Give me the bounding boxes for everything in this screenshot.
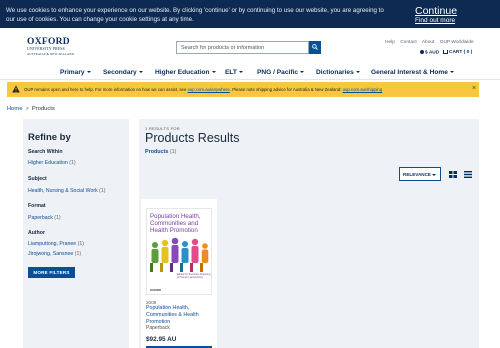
search-input[interactable]: Search for products or information xyxy=(176,41,309,54)
cookie-text: We use cookies to enhance your experienc… xyxy=(6,7,384,23)
chevron-down-icon xyxy=(238,71,243,74)
chevron-down-icon xyxy=(449,71,454,74)
refine-title: Refine by xyxy=(28,132,71,143)
results-sub-label: Products xyxy=(145,149,169,155)
currency-label: $ AUD xyxy=(425,50,440,56)
facet-count: (1) xyxy=(77,241,84,247)
results-panel: 1 RESULTS FOR Products Results Products … xyxy=(139,119,479,348)
nav-item-dictionaries[interactable]: Dictionaries xyxy=(316,69,360,76)
notice-anywhere-link[interactable]: oup.com.au/anywhere xyxy=(188,87,230,92)
nav-item-general-interest-home[interactable]: General Interest & Home xyxy=(371,69,454,76)
cover-publisher-logo: OXFORD xyxy=(150,289,162,292)
nav-label: Primary xyxy=(60,69,85,76)
main-nav: Primary Secondary Higher Education ELT P… xyxy=(0,66,500,80)
cart-icon xyxy=(443,50,448,54)
product-price: $92.95 AU xyxy=(146,336,177,343)
facet-label: Higher Education xyxy=(28,160,68,166)
contact-link[interactable]: Contact xyxy=(400,40,417,45)
cookie-banner: We use cookies to enhance your experienc… xyxy=(0,0,500,28)
notice-message-2: . Please note shipping advice for Austra… xyxy=(229,86,343,92)
globe-icon xyxy=(420,50,424,54)
product-format: Paperback xyxy=(146,325,170,331)
facet-count: (1) xyxy=(74,251,82,257)
chevron-down-icon xyxy=(432,174,436,176)
sort-select[interactable]: RELEVANCE xyxy=(399,167,441,181)
facet-count: (1) xyxy=(54,215,61,221)
nav-item-secondary[interactable]: Secondary xyxy=(103,69,143,76)
cover-editors: Edited by Sansnee Jirojwong & Pranee Lia… xyxy=(177,273,211,279)
breadcrumb-separator: > xyxy=(25,106,29,112)
people-illustration xyxy=(150,237,209,272)
oxford-logo[interactable]: OXFORD UNIVERSITY PRESS AUSTRALIA & NEW … xyxy=(27,37,75,62)
facet-item-higher-education[interactable]: Higher Education (1) xyxy=(28,160,76,166)
nav-label: ELT xyxy=(225,69,237,76)
close-icon[interactable]: × xyxy=(472,85,476,92)
chevron-down-icon xyxy=(211,71,216,74)
facet-label: Jirojwong, Sansnee xyxy=(28,251,74,257)
nav-label: PNG / Pacific xyxy=(257,69,299,76)
facet-item-paperback[interactable]: Paperback (1) xyxy=(28,215,61,221)
cookie-continue-link[interactable]: Continue xyxy=(415,5,457,17)
results-filter-products[interactable]: Products (1) xyxy=(145,149,176,155)
facet-label: Liamputtong, Pranee xyxy=(28,241,77,247)
search-button[interactable] xyxy=(309,41,321,54)
chevron-down-icon xyxy=(300,71,305,74)
top-links: Help Contact About OUP Worldwide xyxy=(385,40,478,45)
notice-text: OUP remains open and here to help. For m… xyxy=(24,87,382,92)
chevron-down-icon xyxy=(355,71,360,74)
site-header: OXFORD UNIVERSITY PRESS AUSTRALIA & NEW … xyxy=(0,28,500,66)
warning-icon xyxy=(12,85,20,93)
search-icon xyxy=(312,44,318,50)
product-card[interactable]: Population Health, Communities and Healt… xyxy=(141,199,217,348)
currency-selector[interactable]: $ AUD xyxy=(420,50,439,55)
breadcrumb-home[interactable]: Home xyxy=(7,106,22,112)
notice-shipping-link[interactable]: oup.com.au/shipping xyxy=(343,87,383,92)
cart-label: CART ( 0 ) xyxy=(449,50,473,56)
logo-main-text: OXFORD xyxy=(27,37,70,47)
facet-item-author-jirojwong[interactable]: Jirojwong, Sansnee (1) xyxy=(28,251,81,257)
about-link[interactable]: About xyxy=(422,40,435,45)
refine-panel: Refine by Search Within Higher Education… xyxy=(23,119,129,348)
results-sub-count: (1) xyxy=(169,149,177,155)
facet-count: (1) xyxy=(99,188,106,194)
nav-item-higher-education[interactable]: Higher Education xyxy=(155,69,216,76)
breadcrumb-current: Products xyxy=(31,106,55,112)
facet-count: (1) xyxy=(69,160,76,166)
facet-label: Paperback xyxy=(28,215,53,221)
nav-item-png-pacific[interactable]: PNG / Pacific xyxy=(257,69,305,76)
more-filters-button[interactable]: MORE FILTERS xyxy=(28,267,75,278)
facet-title-format: Format xyxy=(28,203,46,209)
cookie-find-out-more-link[interactable]: Find out more xyxy=(415,17,455,24)
nav-label: General Interest & Home xyxy=(371,69,448,76)
cart-link[interactable]: CART ( 0 ) xyxy=(443,50,472,55)
facet-title-subject: Subject xyxy=(28,176,47,182)
nav-item-elt[interactable]: ELT xyxy=(225,69,243,76)
facet-item-author-liamputtong[interactable]: Liamputtong, Pranee (1) xyxy=(28,241,84,247)
page-title: Products Results xyxy=(145,131,240,145)
list-view-icon[interactable] xyxy=(464,171,472,178)
oup-worldwide-link[interactable]: OUP Worldwide xyxy=(440,40,474,45)
notice-message: OUP remains open and here to help. For m… xyxy=(24,86,188,92)
product-title-link[interactable]: Population Health, Communities & Health … xyxy=(146,305,214,325)
logo-region-text: AUSTRALIA & NEW ZEALAND xyxy=(27,51,74,56)
facet-item-health-nursing[interactable]: Health, Nursing & Social Work (1) xyxy=(28,188,105,194)
book-cover-image[interactable]: Population Health, Communities and Healt… xyxy=(146,208,212,295)
facet-title-author: Author xyxy=(28,230,45,236)
nav-label: Secondary xyxy=(103,69,137,76)
help-link[interactable]: Help xyxy=(385,40,395,45)
cover-title: Population Health, Communities and Healt… xyxy=(150,213,201,234)
chevron-down-icon xyxy=(86,71,91,74)
notice-bar: OUP remains open and here to help. For m… xyxy=(7,82,479,97)
nav-label: Higher Education xyxy=(155,69,210,76)
nav-label: Dictionaries xyxy=(316,69,354,76)
chevron-down-icon xyxy=(138,71,143,74)
breadcrumb: Home > Products xyxy=(7,106,55,112)
grid-view-icon[interactable] xyxy=(449,171,457,178)
nav-item-primary[interactable]: Primary xyxy=(60,69,91,76)
sort-label: RELEVANCE xyxy=(403,172,431,177)
facet-label: Health, Nursing & Social Work xyxy=(28,188,98,194)
facet-title-search-within: Search Within xyxy=(28,149,63,155)
